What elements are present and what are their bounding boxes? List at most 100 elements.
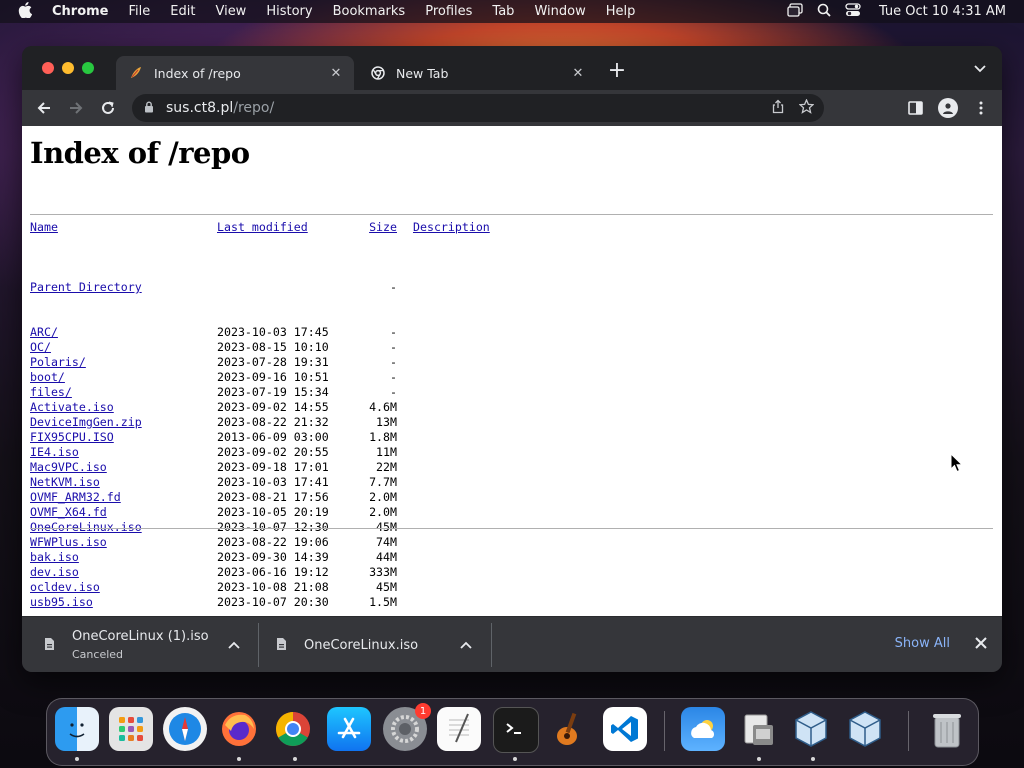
listing-entry-row: usb95.iso 2023-10-07 20:30 1.5M (30, 595, 490, 610)
download-options-chevron-up-icon[interactable] (460, 638, 474, 652)
sort-by-size-link[interactable]: Size (369, 220, 397, 234)
parent-directory-link[interactable]: Parent Directory (30, 280, 142, 294)
bookmark-star-icon[interactable] (798, 97, 815, 118)
entry-link[interactable]: Polaris/ (30, 355, 86, 369)
menu-bookmarks[interactable]: Bookmarks (333, 4, 406, 19)
listing-entry-row: ocldev.iso 2023-10-08 21:08 45M (30, 580, 490, 595)
lock-icon[interactable] (144, 101, 158, 116)
screen-mirroring-icon[interactable] (787, 2, 803, 21)
app-store-icon[interactable] (327, 707, 371, 751)
virtualbox-icon[interactable] (789, 707, 833, 751)
close-window-button[interactable] (42, 62, 54, 74)
profile-avatar-icon[interactable] (938, 98, 958, 118)
entry-link[interactable]: usb95.iso (30, 595, 93, 609)
entry-size: 7.7M (369, 475, 397, 489)
terminal-icon[interactable] (493, 707, 539, 753)
entry-link[interactable]: OneCoreLinux.iso (30, 520, 142, 534)
entry-link[interactable]: ARC/ (30, 325, 58, 339)
tab-search-chevron-icon[interactable] (972, 62, 988, 78)
entry-size: 4.6M (369, 400, 397, 414)
url-text[interactable]: sus.ct8.pl/repo/ (166, 100, 274, 116)
chrome-menu-kebab-icon[interactable] (970, 96, 992, 120)
garageband-icon[interactable] (547, 707, 591, 751)
download-options-chevron-up-icon[interactable] (228, 638, 242, 652)
menu-app-name[interactable]: Chrome (52, 4, 109, 19)
sort-by-modified-link[interactable]: Last modified (217, 220, 308, 234)
show-all-downloads-button[interactable]: Show All (895, 636, 950, 651)
menu-window[interactable]: Window (534, 4, 585, 19)
tab-new-tab[interactable]: New Tab ✕ (358, 56, 596, 90)
weather-icon[interactable] (681, 707, 725, 751)
page-content: Index of /repo Name Last modified Size D… (22, 126, 1002, 616)
menu-view[interactable]: View (215, 4, 246, 19)
system-settings-icon[interactable]: 1 (383, 703, 431, 751)
entry-link[interactable]: OVMF_ARM32.fd (30, 490, 121, 504)
zoom-window-button[interactable] (82, 62, 94, 74)
file-icon (44, 637, 58, 653)
entry-size: 2.0M (369, 505, 397, 519)
entry-link[interactable]: Activate.iso (30, 400, 114, 414)
entry-link[interactable]: files/ (30, 385, 72, 399)
virtualbox-icon[interactable] (843, 707, 887, 751)
menu-help[interactable]: Help (606, 4, 636, 19)
tab-index-of-repo[interactable]: Index of /repo ✕ (116, 56, 354, 90)
entry-link[interactable]: WFWPlus.iso (30, 535, 107, 549)
menu-clock[interactable]: Tue Oct 10 4:31 AM (879, 4, 1006, 19)
finder-icon[interactable] (55, 707, 99, 751)
spotlight-search-icon[interactable] (817, 3, 831, 21)
notification-badge: 1 (415, 703, 431, 719)
address-bar[interactable]: sus.ct8.pl/repo/ (132, 94, 824, 122)
menu-file[interactable]: File (129, 4, 151, 19)
minimize-window-button[interactable] (62, 62, 74, 74)
vscode-icon[interactable] (603, 707, 647, 751)
download-item-2[interactable]: OneCoreLinux.iso (254, 617, 490, 672)
launchpad-icon[interactable] (109, 707, 153, 751)
trash-icon[interactable] (925, 707, 969, 751)
entry-link[interactable]: Mac9VPC.iso (30, 460, 107, 474)
close-downloads-bar-icon[interactable] (972, 634, 990, 653)
share-icon[interactable] (771, 99, 785, 118)
entry-link[interactable]: dev.iso (30, 565, 79, 579)
entry-link[interactable]: bak.iso (30, 550, 79, 564)
tab-close-icon[interactable]: ✕ (328, 65, 344, 81)
entry-size: 1.5M (369, 595, 397, 609)
new-tab-button[interactable]: + (606, 60, 628, 82)
download-status: Canceled (72, 648, 124, 661)
entry-link[interactable]: IE4.iso (30, 445, 79, 459)
textedit-icon[interactable] (437, 707, 481, 751)
listing-entry-row: boot/2023-09-16 10:51 - (30, 370, 490, 385)
url-host: sus.ct8.pl (166, 100, 234, 116)
firefox-icon[interactable] (217, 707, 261, 751)
tab-close-icon[interactable]: ✕ (570, 65, 586, 81)
menu-edit[interactable]: Edit (170, 4, 195, 19)
safari-icon[interactable] (163, 707, 207, 751)
entry-size: - (390, 370, 397, 384)
menu-history[interactable]: History (266, 4, 312, 19)
entry-link[interactable]: OC/ (30, 340, 51, 354)
forward-button[interactable] (64, 96, 88, 120)
side-panel-icon[interactable] (904, 96, 926, 120)
entry-link[interactable]: DeviceImgGen.zip (30, 415, 142, 429)
listing-header-row: Name Last modified Size Description (30, 220, 490, 235)
sort-by-name-link[interactable]: Name (30, 220, 58, 234)
menu-profiles[interactable]: Profiles (425, 4, 472, 19)
forward-arrow-icon (70, 102, 83, 114)
entry-link[interactable]: ocldev.iso (30, 580, 100, 594)
control-center-icon[interactable] (845, 2, 861, 21)
entry-modified: 2023-10-07 20:30 (217, 595, 329, 609)
download-item-1[interactable]: OneCoreLinux (1).iso Canceled (22, 617, 258, 672)
entry-link[interactable]: FIX95CPU.ISO (30, 430, 114, 444)
back-button[interactable] (32, 96, 56, 120)
preview-icon[interactable] (737, 707, 781, 751)
menu-tab[interactable]: Tab (492, 4, 514, 19)
entry-link[interactable]: NetKVM.iso (30, 475, 100, 489)
entry-size: - (390, 355, 397, 369)
reload-button[interactable] (96, 96, 120, 120)
entry-size: 44M (376, 550, 397, 564)
chrome-icon[interactable] (271, 707, 315, 751)
entry-link[interactable]: OVMF_X64.fd (30, 505, 107, 519)
sort-by-description-link[interactable]: Description (413, 220, 490, 234)
apple-icon[interactable] (18, 1, 36, 22)
listing-entry-row: IE4.iso 2023-09-02 20:55 11M (30, 445, 490, 460)
entry-link[interactable]: boot/ (30, 370, 65, 384)
